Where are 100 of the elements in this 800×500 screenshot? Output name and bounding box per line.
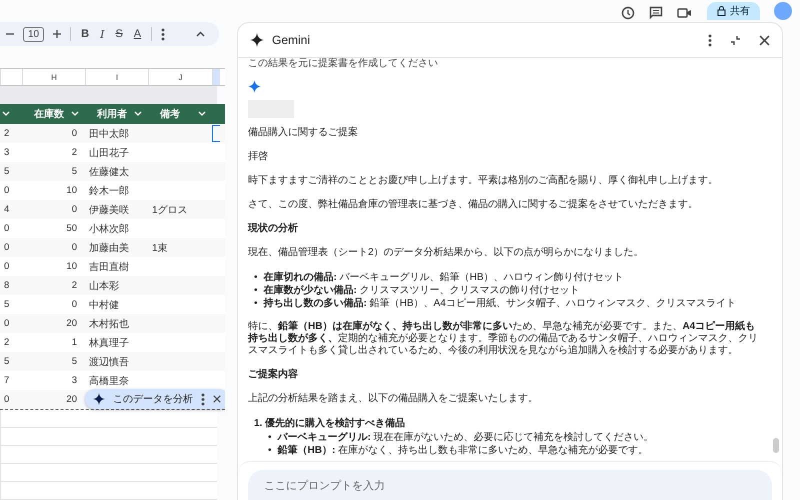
table-cell-text: 10	[65, 261, 78, 272]
section-heading: 現状の分析	[248, 223, 299, 235]
table-cell-text: 渡辺慎吾	[88, 356, 130, 368]
sparkle-icon	[250, 33, 264, 47]
response-paragraph: 特に、鉛筆（HB）は在庫がなく、持ち出し数が非常に多いため、早急な補充が必要です。また、A4コピー用紙も持ち出し数が多く、定期的な補充が必要となります。季節ものの備品であるサンタ帽子、ハロウィンマスク、クリスマスライトも多く貸し出されているため、今後の利用状況を見ながら追加購入を検討する必要があります。	[248, 321, 759, 357]
caret-icon[interactable]	[71, 111, 79, 117]
response-paragraph: さて、この度、弊社備品倉庫の管理表に基づき、備品の購入に関するご提案をさせていただきます。	[248, 199, 699, 211]
response-paragraph: 現在、備品管理表（シート2）のデータ分析結果から、以下の点が明らかになりました。	[248, 247, 645, 259]
bullet-item: 在庫切れの備品: バーベキューグリル、鉛筆（HB）、ハロウィン飾り付けセット	[264, 271, 624, 284]
selected-column-marker	[212, 69, 220, 85]
table-cell-text: 5	[3, 299, 10, 310]
more-options-icon[interactable]	[201, 392, 205, 406]
text-color-button[interactable]: A	[132, 28, 142, 40]
collapse-icon[interactable]	[730, 34, 741, 46]
table-cell-text: 1	[70, 337, 78, 348]
response-paragraph: 備品購入に関するご提案	[248, 127, 359, 139]
table-cell-text: 50	[65, 223, 78, 234]
scrollbar-thumb[interactable]	[773, 438, 779, 453]
cell-selection	[212, 125, 220, 142]
bullet-marker: •	[268, 444, 272, 457]
table-cell-text: 10	[65, 185, 78, 196]
more-options-icon[interactable]	[161, 28, 166, 40]
table-cell-text: 2	[3, 337, 10, 348]
table-cell-text: 0	[3, 185, 10, 196]
table-cell-text: 4	[3, 204, 10, 215]
chevron-up-icon[interactable]	[196, 31, 205, 37]
table-cell-text: 佐藤健太	[88, 166, 130, 178]
close-icon[interactable]	[213, 395, 221, 403]
more-options-icon[interactable]	[708, 34, 712, 46]
bullet-item: 在庫数が少ない備品: クリスマスツリー、クリスマスの飾り付けセット	[264, 284, 580, 297]
response-paragraph: 拝啓	[248, 151, 269, 163]
comment-icon[interactable]	[649, 6, 663, 20]
column-header[interactable]: H	[22, 69, 85, 85]
table-cell-text: 2	[3, 128, 10, 139]
bullet-item: 持ち出し数の多い備品: 鉛筆（HB）、A4コピー用紙、サンタ帽子、ハロウィンマスク、クリスマスライト	[264, 297, 736, 310]
header-cell-text: 利用者	[97, 108, 127, 121]
table-cell-text: 鈴木一郎	[88, 184, 130, 198]
lock-icon	[717, 6, 726, 16]
table-cell-text: 7	[3, 375, 10, 386]
close-icon[interactable]	[759, 34, 770, 46]
table-cell-text: 2	[70, 147, 78, 158]
sparkle-icon	[93, 393, 105, 405]
table-cell-text: 0	[3, 394, 10, 405]
response-paragraph: 時下ますますご清祥のこととお慶び申し上げます。平素は格別のご高配を賜り、厚く御礼申し上げます。	[248, 175, 719, 187]
plus-icon[interactable]	[53, 30, 62, 38]
bold-button[interactable]: B	[80, 28, 90, 40]
numbered-item: 1. 優先的に購入を検討すべき備品	[254, 418, 406, 429]
bullet-marker: •	[268, 431, 272, 444]
table-cell-text: 0	[70, 128, 78, 139]
table-cell-text: 8	[3, 280, 10, 291]
bullet-marker: •	[254, 271, 258, 284]
table-cell-text: 田中太郎	[88, 128, 130, 140]
sparkle-icon	[248, 80, 261, 93]
panel-title: Gemini	[272, 33, 310, 47]
table-cell-text: 小林次郎	[88, 222, 130, 236]
table-cell-text: 1グロス	[151, 204, 189, 216]
caret-icon[interactable]	[2, 111, 10, 117]
table-cell-text: 山田花子	[88, 146, 130, 160]
table-cell-text: 高橋里奈	[88, 374, 130, 388]
table-cell-text: 3	[70, 375, 78, 386]
bullet-item: 鉛筆（HB）: 在庫がなく、持ち出し数も非常に多いため、早急な補充が必要です。	[278, 444, 648, 457]
font-size-field[interactable]: 10	[23, 26, 44, 42]
caret-icon[interactable]	[134, 111, 142, 117]
video-call-icon[interactable]	[677, 6, 693, 20]
response-paragraph: 上記の分析結果を踏まえ、以下の備品購入をご提案いたします。	[248, 393, 539, 405]
table-cell-text: 2	[70, 280, 78, 291]
header-cell: 在庫数	[34, 107, 64, 121]
column-header[interactable]: I	[85, 69, 148, 85]
table-cell-text: 0	[3, 242, 10, 253]
bullet-marker: •	[254, 297, 258, 310]
table-cell-text: 3	[3, 147, 10, 158]
table-cell-text: 1束	[151, 242, 169, 254]
section-heading: ご提案内容	[248, 369, 299, 381]
table-cell-text: 吉田直樹	[88, 260, 130, 274]
table-cell-text: 0	[3, 223, 10, 234]
table-cell-text: 5	[3, 356, 10, 367]
header-cell-text: 備考	[160, 108, 180, 121]
table-cell-text: 林真理子	[88, 336, 130, 350]
table-cell-text: 0	[3, 261, 10, 272]
table-cell-text: 伊藤美咲	[88, 204, 130, 216]
share-button[interactable]: 共有	[707, 2, 760, 20]
analyze-data-chip[interactable]: このデータを分析	[85, 389, 225, 409]
prompt-input-field[interactable]: ここにプロンプトを入力	[248, 470, 772, 500]
table-cell-text: 20	[65, 318, 78, 329]
table-cell-text: 20	[65, 394, 78, 405]
table-cell-text: 加藤由美	[88, 242, 130, 254]
table-cell-text: 0	[70, 299, 78, 310]
history-icon[interactable]	[621, 6, 635, 20]
table-cell-text: 0	[70, 242, 78, 253]
italic-button[interactable]: I	[99, 28, 106, 40]
strikethrough-button[interactable]: S	[114, 28, 124, 40]
table-cell-text: 中村健	[88, 298, 120, 312]
table-cell-text: 5	[70, 166, 78, 177]
table-cell-text: 0	[3, 318, 10, 329]
table-cell-text: 5	[3, 166, 10, 177]
table-cell-text: 山本彩	[88, 280, 120, 292]
bullet-item: バーベキューグリル: 現在在庫がないため、必要に応じて補充を検討してください。	[278, 431, 654, 444]
caret-icon[interactable]	[198, 111, 206, 117]
bullet-marker: •	[254, 284, 258, 297]
table-cell-text: 0	[70, 204, 78, 215]
